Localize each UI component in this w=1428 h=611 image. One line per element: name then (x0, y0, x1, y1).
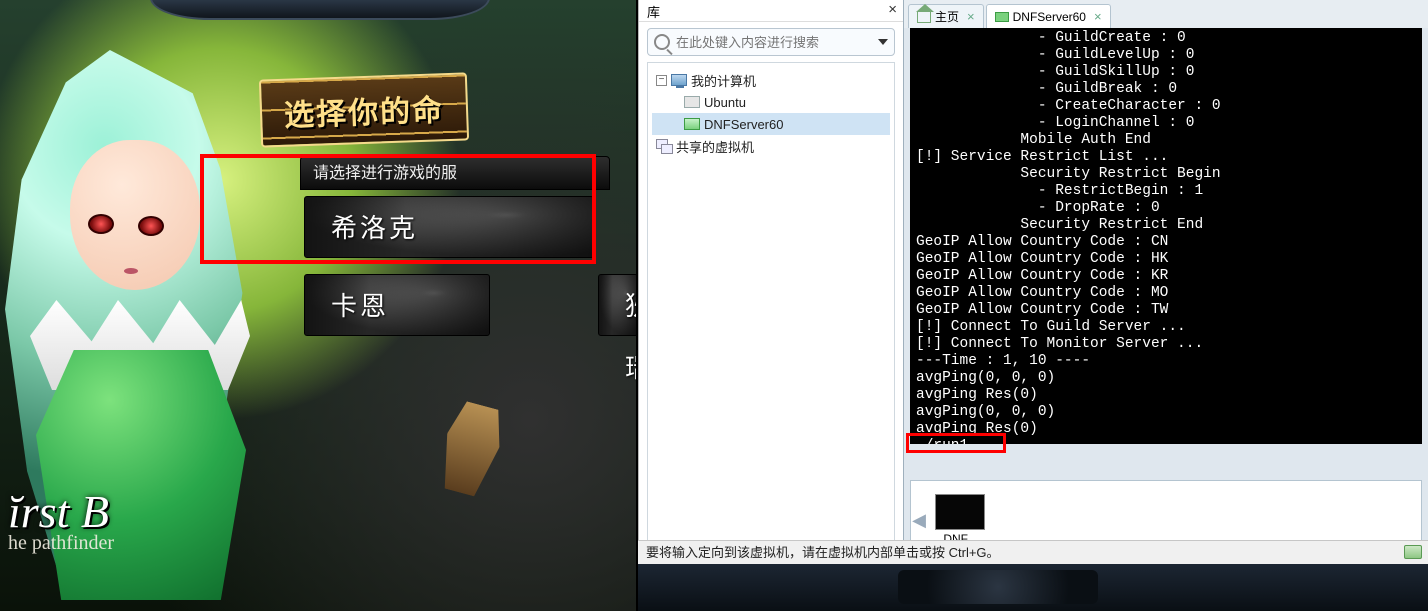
search-icon (654, 34, 670, 50)
tree-label: 共享的虚拟机 (676, 137, 754, 156)
server-button-kaen[interactable]: 卡恩 (304, 274, 490, 336)
tree-node-ubuntu[interactable]: Ubuntu (652, 91, 890, 113)
vm-icon (684, 96, 700, 108)
home-icon (917, 11, 931, 23)
server-select-instruction: 请选择进行游戏的服 (300, 156, 610, 190)
cursor-gauntlet-icon (433, 399, 508, 500)
library-tree: − 我的计算机 Ubuntu DNFServer60 共享的虚拟机 (647, 62, 895, 552)
library-close-button[interactable]: × (888, 1, 897, 18)
tree-label: DNFServer60 (704, 117, 783, 132)
tab-close-icon[interactable]: × (1094, 9, 1102, 24)
vm-thumbnail-image (935, 494, 985, 530)
tab-dnfserver60[interactable]: DNFServer60 × (986, 4, 1111, 28)
search-dropdown-icon[interactable] (878, 39, 888, 45)
vm-console-terminal[interactable]: - GuildCreate : 0 - GuildLevelUp : 0 - G… (910, 28, 1422, 444)
vm-running-icon (684, 118, 700, 130)
library-search-box[interactable] (647, 28, 895, 56)
library-search-input[interactable] (676, 35, 878, 50)
disk-activity-icon (1404, 545, 1422, 559)
tree-node-dnfserver60[interactable]: DNFServer60 (652, 113, 890, 135)
tree-label: 我的计算机 (691, 71, 756, 90)
tree-node-shared-vms[interactable]: 共享的虚拟机 (652, 135, 890, 157)
tab-home[interactable]: 主页 × (908, 4, 984, 28)
right-panel: 主页 × DNFServer60 × - GuildCreate : 0 - G… (903, 0, 1428, 564)
game-top-frame (150, 0, 490, 20)
status-bar: 要将输入定向到该虚拟机，请在虚拟机内部单击或按 Ctrl+G。 (638, 540, 1428, 564)
vm-running-icon (995, 12, 1009, 22)
game-title-block: ĭrst B he pathfinder (0, 485, 124, 561)
banner-ribbon: 选择你的命 (259, 72, 469, 147)
computer-icon (671, 74, 687, 86)
tab-close-icon[interactable]: × (967, 9, 975, 24)
library-header: 库 × (639, 0, 903, 22)
library-panel: 库 × − 我的计算机 Ubuntu DNFServer60 共享的虚拟机 (638, 0, 903, 564)
library-title: 库 (647, 5, 660, 20)
game-title-line1: ĭrst B (8, 485, 114, 538)
guest-taskbar (638, 564, 1428, 611)
thumb-prev-button[interactable]: ◀ (911, 510, 927, 531)
status-message: 要将输入定向到该虚拟机，请在虚拟机内部单击或按 Ctrl+G。 (646, 545, 1000, 560)
tab-strip: 主页 × DNFServer60 × (904, 0, 1428, 28)
tree-label: Ubuntu (704, 95, 746, 110)
shared-icon (656, 139, 672, 153)
server-button-xiluoke[interactable]: 希洛克 (304, 196, 594, 258)
game-title-line2: he pathfinder (8, 532, 114, 555)
tab-label: DNFServer60 (1013, 10, 1086, 24)
collapse-icon[interactable]: − (656, 75, 667, 86)
game-screen: 选择你的命 请选择进行游戏的服 希洛克 卡恩 狄瑞 ĭrst B he path… (0, 0, 638, 611)
server-button-dirui[interactable]: 狄瑞 (598, 274, 638, 336)
tab-label: 主页 (935, 8, 959, 25)
vm-thumbnail[interactable]: DNF... (927, 494, 993, 546)
tree-node-my-computer[interactable]: − 我的计算机 (652, 69, 890, 91)
